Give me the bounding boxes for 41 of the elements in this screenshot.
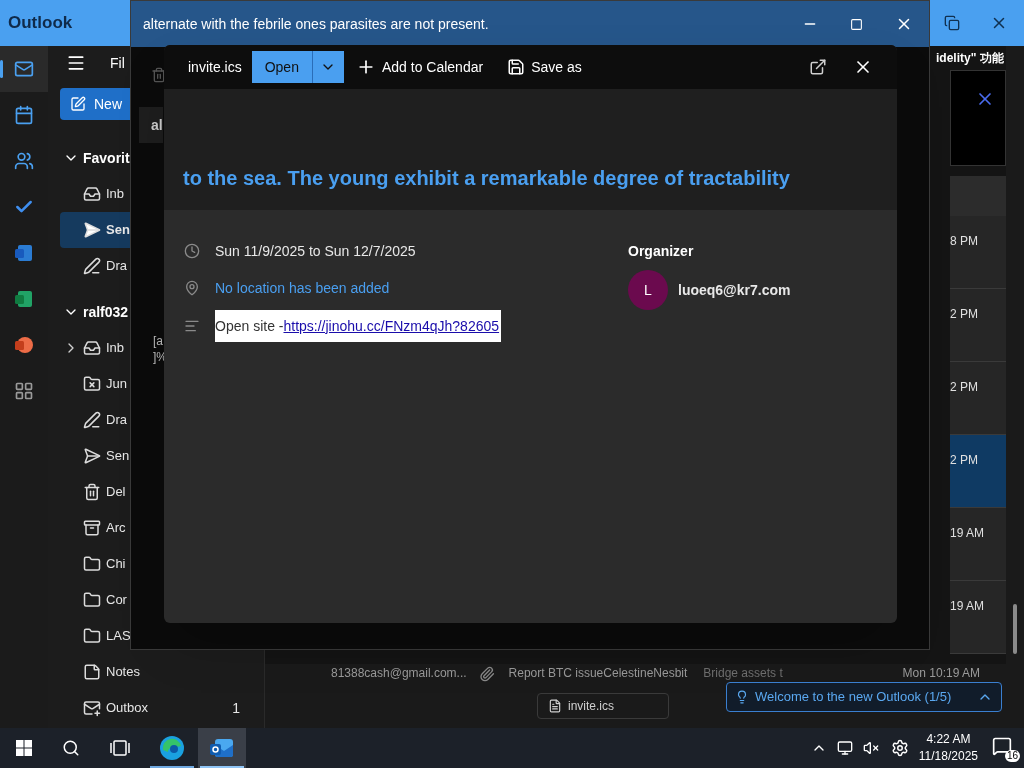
message-time: 8 PM (950, 234, 978, 248)
folder-name: Cor (106, 591, 127, 610)
event-dates: Sun 11/9/2025 to Sun 12/7/2025 (215, 241, 416, 261)
clock-date: 11/18/2025 (918, 748, 978, 765)
organizer-heading: Organizer (628, 241, 695, 261)
message-time: 19 AM (950, 526, 985, 540)
folder-count: 1 (232, 698, 240, 718)
event-subject: to the sea. The young exhibit a remarkable degree of tractability (183, 167, 790, 189)
window-title: alternate with the febrile ones parasites are not present. (143, 14, 489, 34)
app-title: Outlook (8, 12, 73, 35)
avatar: L (628, 270, 668, 310)
folder-name: Dra (106, 411, 127, 430)
folder-name: Chi (106, 555, 126, 574)
message-time: 2 PM (950, 453, 978, 467)
folder-name: LAS (106, 627, 131, 646)
message-time: 2 PM (950, 307, 978, 321)
folder-name: Outbox (106, 699, 148, 718)
event-notes: Open site -https://jinohu.cc/FNzm4qJh?82605 (215, 310, 502, 342)
folder-name: Notes (106, 663, 140, 682)
message-fragment: [a (153, 333, 164, 349)
folder-name: Dra (106, 257, 127, 276)
event-location: No location has been added (215, 278, 390, 298)
message-time: 19 AM (950, 599, 985, 613)
folder-name: Sen (106, 221, 130, 240)
notification-count: 16 (1004, 750, 1020, 762)
organizer-email: luoeq6@kr7.com (678, 280, 791, 300)
folder-name: Del (106, 483, 126, 502)
message-time: 2 PM (950, 380, 978, 394)
message-time: Mon 10:19 AM (902, 666, 980, 681)
message-preview: Bridge assets t (703, 666, 783, 681)
clock-time: 4:22 AM (926, 731, 971, 748)
banner-text: idelity" 功能 (936, 50, 1004, 67)
message-sender: 81388cash@gmail.com... (331, 666, 467, 681)
folder-name: Arc (106, 519, 126, 538)
folder-name: Sen (106, 447, 130, 466)
tip-text: Welcome to the new Outlook (1/5) (755, 688, 952, 707)
folder-name: Inb (106, 339, 125, 358)
file-name: invite.ics (188, 57, 242, 77)
folder-name: Inb (106, 185, 125, 204)
folder-name: Jun (106, 375, 127, 394)
message-subject: Report BTC issueCelestineNesbit (508, 666, 688, 681)
